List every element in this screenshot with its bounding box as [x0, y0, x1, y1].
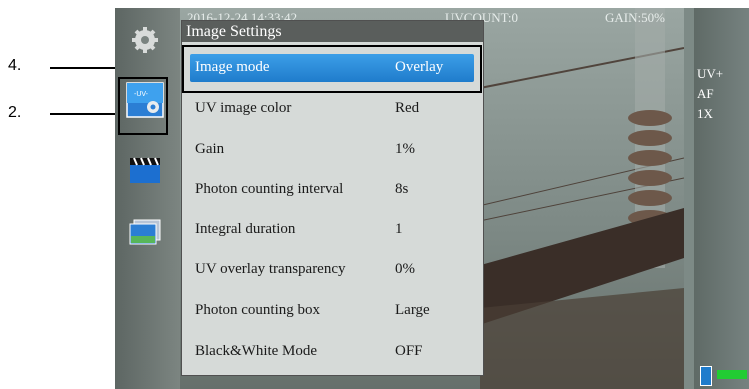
menu-row-value: 0% [395, 261, 415, 277]
menu-row-label: Photon counting interval [195, 181, 344, 197]
menu-row-value: 1% [395, 141, 415, 157]
callout-2-box [118, 77, 168, 135]
menu-row-label: Black&White Mode [195, 343, 318, 359]
menu-row-value: Red [395, 100, 420, 116]
callout-2-line [50, 113, 118, 115]
callout-4-box [182, 45, 482, 93]
menu-row-photon-counting-box[interactable]: Photon counting box Large [190, 297, 474, 325]
menu-row-value: 1 [395, 221, 403, 237]
settings-gear-icon[interactable] [129, 26, 161, 54]
image-gallery-icon[interactable] [129, 218, 161, 246]
uv-mode-label: UV+ [697, 66, 724, 81]
menu-row-value: Large [395, 302, 430, 318]
battery-icon [700, 366, 712, 386]
menu-row-label: Photon counting box [195, 302, 321, 318]
menu-row-label: UV image color [195, 100, 292, 116]
gain-status: GAIN:50% [605, 10, 665, 25]
menu-title: Image Settings [182, 21, 483, 42]
af-label: AF [697, 86, 714, 101]
menu-row-integral-duration[interactable]: Integral duration 1 [190, 216, 474, 244]
battery-level-bar [717, 370, 747, 379]
menu-row-label: Gain [195, 141, 225, 157]
menu-row-gain[interactable]: Gain 1% [190, 136, 474, 164]
menu-row-uv-overlay-transparency[interactable]: UV overlay transparency 0% [190, 256, 474, 284]
menu-row-uv-image-color[interactable]: UV image color Red [190, 95, 474, 123]
menu-row-label: Integral duration [195, 221, 296, 237]
menu-row-value: OFF [395, 343, 423, 359]
callout-2-label: 2. [8, 104, 22, 121]
menu-row-value: 8s [395, 181, 409, 197]
callout-4-label: 4. [8, 57, 22, 74]
zoom-label: 1X [697, 106, 713, 121]
menu-row-label: UV overlay transparency [195, 261, 346, 277]
sidebar [115, 8, 180, 389]
menu-row-black-white-mode[interactable]: Black&White Mode OFF [190, 338, 474, 366]
video-clapper-icon[interactable] [129, 156, 161, 184]
menu-row-photon-counting-interval[interactable]: Photon counting interval 8s [190, 176, 474, 204]
